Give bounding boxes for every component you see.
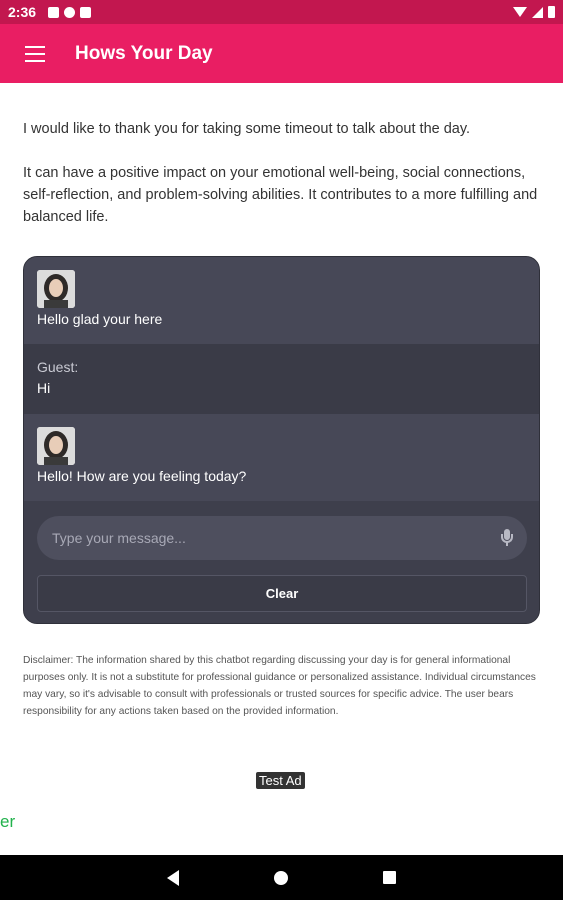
test-ad-label[interactable]: Test Ad <box>256 772 305 789</box>
chat-message-text: Hello glad your here <box>37 311 163 327</box>
notification-p-icon <box>64 6 76 18</box>
chat-window: Hello glad your here Guest: Hi Hello! Ho… <box>23 256 540 624</box>
status-right <box>513 6 555 18</box>
chat-message-bot: Hello glad your here <box>24 257 539 344</box>
disclaimer-text: Disclaimer: The information shared by th… <box>23 655 536 717</box>
battery-icon <box>548 6 555 18</box>
chat-message-text: Hi <box>37 380 51 396</box>
status-bar: 2:36 <box>0 0 563 24</box>
wifi-icon <box>513 7 527 17</box>
app-bar: Hows Your Day <box>0 24 563 83</box>
status-time: 2:36 <box>8 4 37 20</box>
guest-label: Guest: <box>37 359 79 375</box>
ad-banner-snippet[interactable]: er <box>0 812 15 832</box>
status-left: 2:36 <box>8 4 92 20</box>
microphone-icon[interactable] <box>501 529 513 547</box>
chat-message-guest: Guest: Hi <box>24 344 539 414</box>
chat-message-text: Hello! How are you feeling today? <box>37 468 247 484</box>
notification-icons <box>48 6 92 18</box>
bot-avatar-icon <box>37 427 75 465</box>
notification-a-icon <box>48 6 60 18</box>
system-navigation-bar <box>0 855 563 900</box>
app-title: Hows Your Day <box>75 42 213 64</box>
recent-apps-icon[interactable] <box>383 871 396 884</box>
message-input[interactable] <box>37 516 501 560</box>
intro-text: I would like to thank you for taking som… <box>23 118 543 228</box>
signal-icon <box>532 6 543 18</box>
hamburger-menu-icon[interactable] <box>25 45 45 62</box>
intro-paragraph-2: It can have a positive impact on your em… <box>23 165 538 225</box>
clear-button[interactable]: Clear <box>37 575 527 612</box>
home-icon[interactable] <box>274 870 288 885</box>
chat-message-bot: Hello! How are you feeling today? <box>24 414 539 501</box>
bot-avatar-icon <box>37 270 75 308</box>
back-icon[interactable] <box>167 869 179 886</box>
chat-input-area: Clear <box>24 501 539 623</box>
sd-card-icon <box>80 6 92 18</box>
message-input-wrapper <box>37 516 527 560</box>
intro-paragraph-1: I would like to thank you for taking som… <box>23 121 471 137</box>
